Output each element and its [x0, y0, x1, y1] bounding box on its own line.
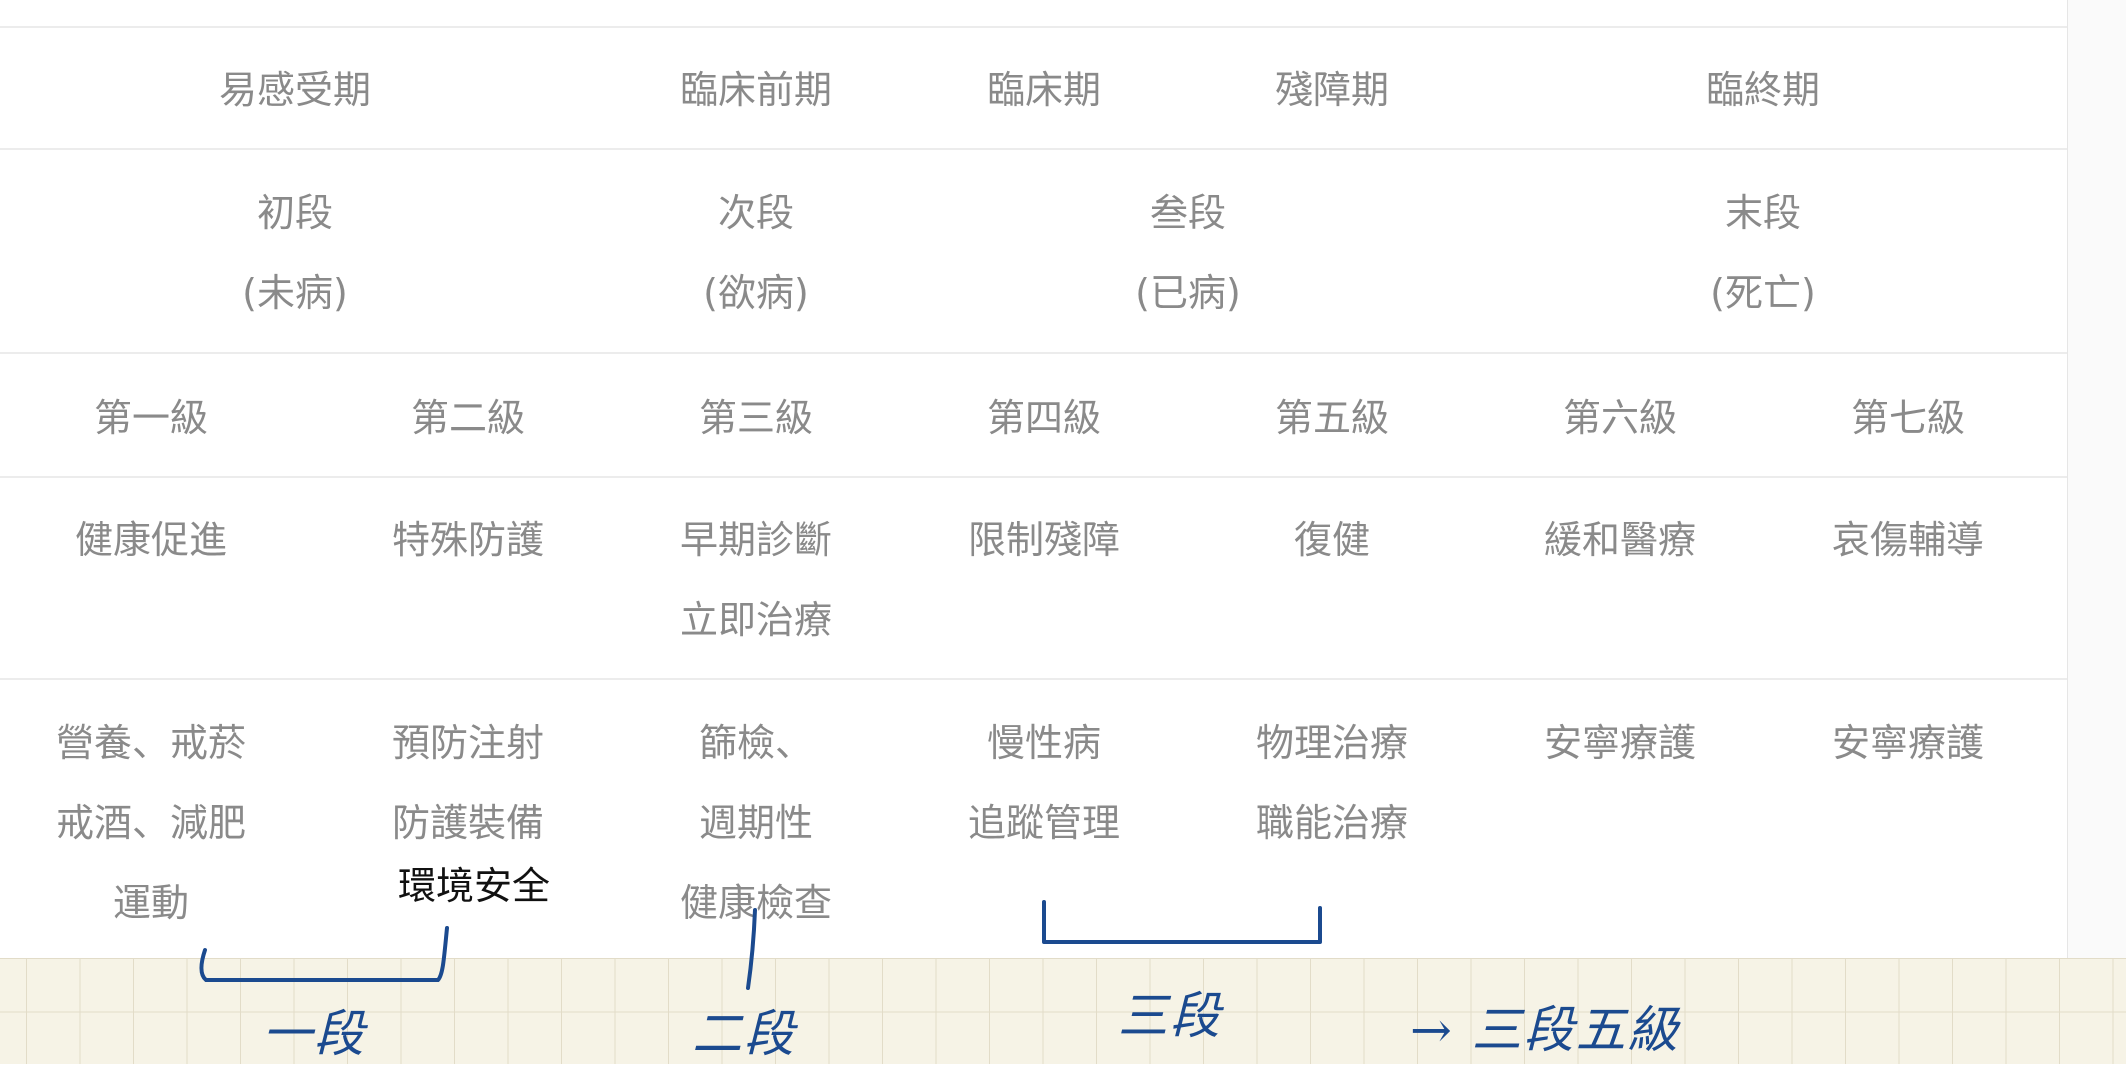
- example-text: 營養、戒菸: [55, 721, 247, 765]
- examples-3: 篩檢、 週期性 健康檢查: [680, 703, 832, 943]
- segment-second: 次段 (欲病): [703, 173, 809, 333]
- segment-sub: (未病): [242, 271, 348, 315]
- stage-clinical: 臨床期: [986, 68, 1102, 112]
- example-text: 預防注射: [391, 721, 545, 765]
- stage-terminal: 臨終期: [1705, 68, 1821, 112]
- segment-final: 末段 (死亡): [1710, 173, 1816, 333]
- focus-text: 限制殘障: [967, 518, 1121, 562]
- handwriting-summary: → 三段五級: [1410, 1001, 1680, 1059]
- focus-4: 限制殘障: [968, 500, 1120, 580]
- focus-2: 特殊防護: [392, 500, 544, 580]
- stage-disability: 殘障期: [1274, 68, 1390, 112]
- handwriting-third-segment: 三段: [1118, 987, 1222, 1045]
- prevention-levels-table: 易感受期 臨床前期 臨床期 殘障期 臨終期 初段 (未病) 次段 (欲病) 叁段…: [0, 0, 2070, 958]
- segment-third: 叁段 (已病): [1135, 173, 1241, 333]
- level-1: 第一級: [93, 396, 209, 440]
- stage-preclinical: 臨床前期: [679, 68, 833, 112]
- examples-1: 營養、戒菸 戒酒、減肥 運動: [56, 703, 246, 943]
- segment-sub: (欲病): [703, 271, 809, 315]
- focus-text: 早期診斷: [679, 518, 833, 562]
- examples-4: 慢性病 追蹤管理: [968, 703, 1120, 863]
- handwriting-first-segment: 一段: [262, 1005, 366, 1063]
- segment-first: 初段 (未病): [242, 173, 348, 333]
- segment-name: 末段: [1724, 191, 1801, 235]
- focus-text: 健康促進: [74, 518, 228, 562]
- row-divider: [0, 148, 2070, 150]
- examples-5: 物理治療 職能治療: [1256, 703, 1408, 863]
- example-text: 物理治療: [1255, 721, 1409, 765]
- segment-name: 初段: [256, 191, 333, 235]
- example-text: 篩檢、: [698, 721, 814, 765]
- examples-6: 安寧療護: [1544, 703, 1696, 783]
- example-text: 戒酒、減肥: [55, 801, 247, 845]
- focus-3: 早期診斷 立即治療: [680, 500, 832, 660]
- segment-sub: (已病): [1135, 271, 1241, 315]
- segment-name: 叁段: [1149, 191, 1226, 235]
- level-5: 第五級: [1274, 396, 1390, 440]
- level-2: 第二級: [410, 396, 526, 440]
- row-divider: [0, 352, 2070, 354]
- row-divider: [0, 26, 2070, 28]
- focus-text: 緩和醫療: [1543, 518, 1697, 562]
- example-text: 健康檢查: [679, 881, 833, 925]
- segment-sub: (死亡): [1710, 271, 1816, 315]
- focus-text: 哀傷輔導: [1831, 518, 1985, 562]
- example-text: 慢性病: [986, 721, 1102, 765]
- scrollbar[interactable]: [2067, 0, 2126, 958]
- focus-text: 立即治療: [679, 598, 833, 642]
- focus-7: 哀傷輔導: [1832, 500, 1984, 580]
- segment-name: 次段: [717, 191, 794, 235]
- focus-5: 復健: [1294, 500, 1370, 580]
- stage-susceptible: 易感受期: [218, 68, 372, 112]
- handwriting-second-segment: 二段: [692, 1005, 796, 1063]
- example-text: 安寧療護: [1831, 721, 1985, 765]
- level-7: 第七級: [1850, 396, 1966, 440]
- examples-7: 安寧療護: [1832, 703, 1984, 783]
- focus-text: 復健: [1293, 518, 1371, 562]
- examples-2: 預防注射 防護裝備: [392, 703, 544, 863]
- level-4: 第四級: [986, 396, 1102, 440]
- level-3: 第三級: [698, 396, 814, 440]
- level-6: 第六級: [1562, 396, 1678, 440]
- focus-text: 特殊防護: [391, 518, 545, 562]
- row-divider: [0, 678, 2070, 680]
- example-text: 週期性: [698, 801, 814, 845]
- example-text: 安寧療護: [1543, 721, 1697, 765]
- example-text: 運動: [112, 881, 190, 925]
- focus-1: 健康促進: [75, 500, 227, 580]
- row-divider: [0, 476, 2070, 478]
- example-text: 職能治療: [1255, 801, 1409, 845]
- example-text: 追蹤管理: [967, 801, 1121, 845]
- added-note-environment-safety: 環境安全: [397, 864, 551, 908]
- focus-6: 緩和醫療: [1544, 500, 1696, 580]
